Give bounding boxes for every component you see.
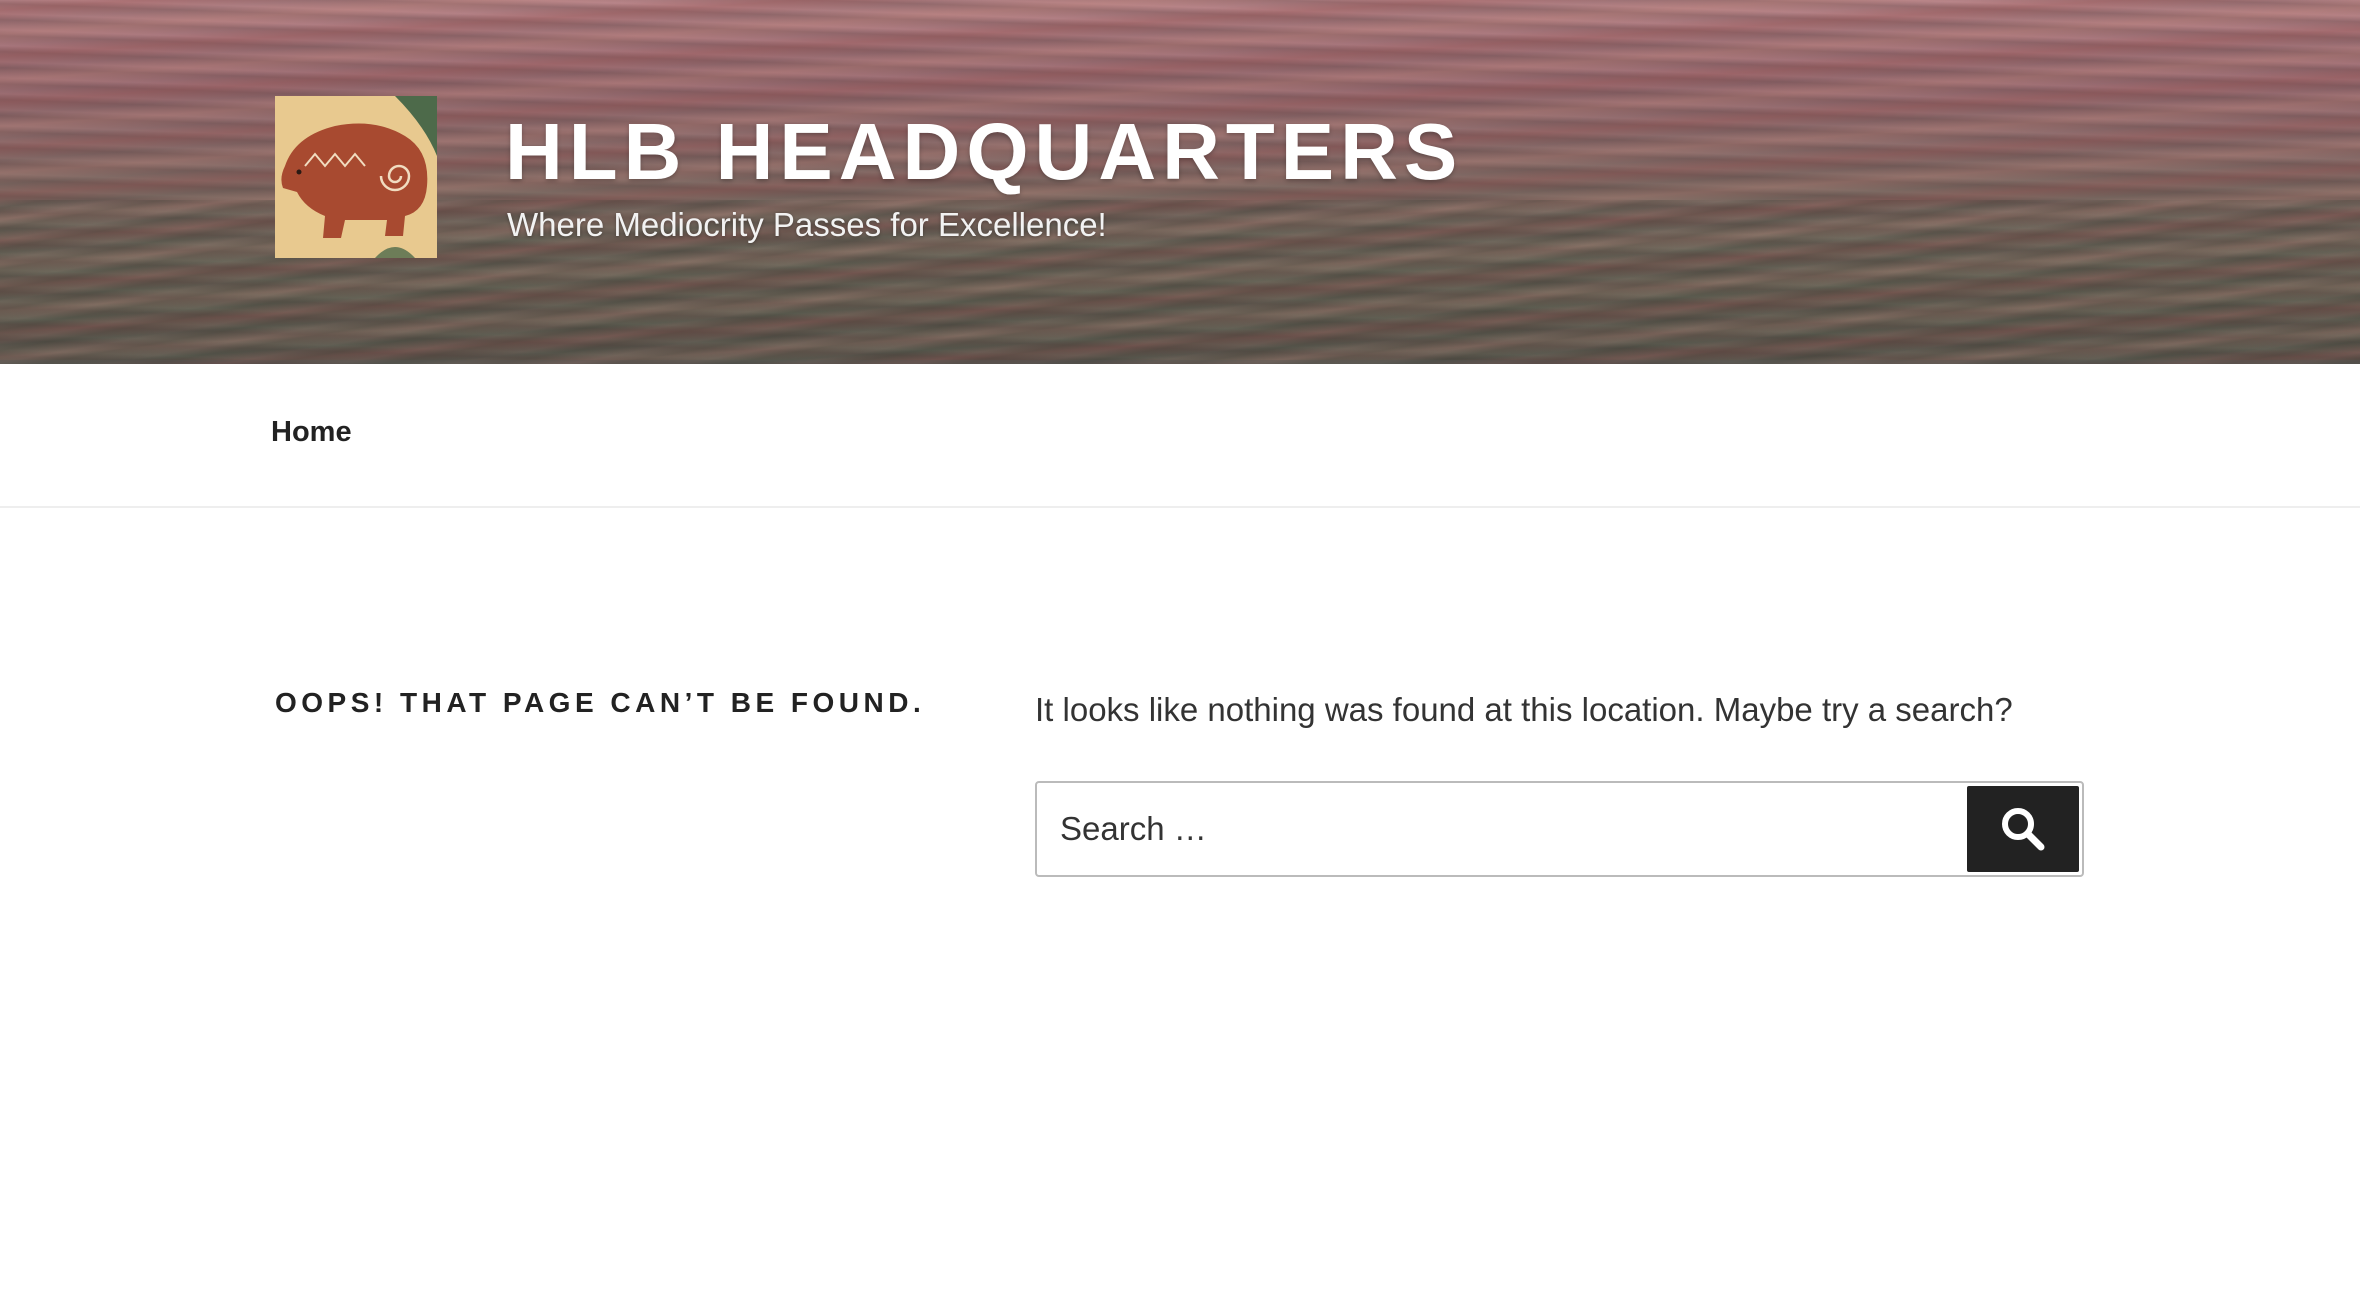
main-navigation: Home: [0, 364, 2360, 508]
search-form: [1035, 781, 2084, 877]
search-input[interactable]: [1037, 783, 1957, 875]
site-logo[interactable]: [275, 96, 437, 258]
nav-item-home[interactable]: Home: [271, 418, 352, 447]
site-header: HLB HEADQUARTERS Where Mediocrity Passes…: [0, 0, 2360, 364]
not-found-message: It looks like nothing was found at this …: [1035, 691, 2013, 728]
search-icon: [2002, 808, 2045, 851]
page-title: OOPS! THAT PAGE CAN’T BE FOUND.: [275, 687, 926, 718]
bear-icon: [275, 96, 437, 258]
search-submit-button[interactable]: [1967, 786, 2079, 872]
site-description: Where Mediocrity Passes for Excellence!: [507, 206, 1107, 243]
site-title[interactable]: HLB HEADQUARTERS: [505, 112, 1463, 192]
